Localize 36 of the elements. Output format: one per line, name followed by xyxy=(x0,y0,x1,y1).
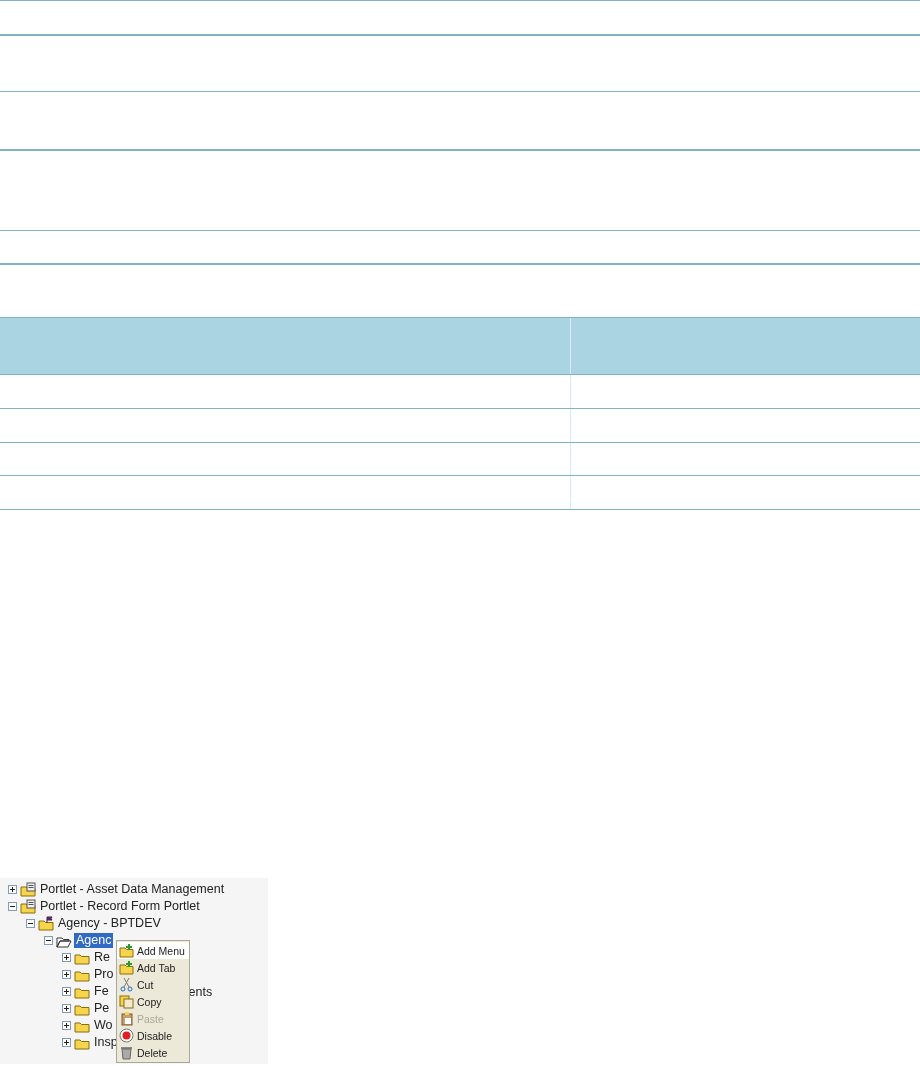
tree-item[interactable]: Pro xyxy=(92,967,116,982)
flag-folder-icon xyxy=(38,916,54,931)
menu-item[interactable]: Add Tab xyxy=(117,959,189,976)
expand-icon[interactable] xyxy=(62,953,71,962)
tree-item[interactable]: Agenc xyxy=(74,933,114,948)
expand-icon[interactable] xyxy=(62,1004,71,1013)
expand-icon[interactable] xyxy=(62,1038,71,1047)
tree-item[interactable]: Fe xyxy=(92,984,111,999)
collapse-icon[interactable] xyxy=(26,919,35,928)
expand-icon[interactable] xyxy=(62,970,71,979)
record-dot-icon xyxy=(119,1028,134,1043)
tree-item[interactable]: Wo xyxy=(92,1018,115,1033)
menu-item[interactable]: Add Menu xyxy=(117,942,189,959)
copy-icon xyxy=(119,994,134,1009)
add-folder-icon xyxy=(119,960,134,975)
document-folder-icon xyxy=(20,899,36,914)
tree-item[interactable]: Agency - BPTDEV xyxy=(56,916,163,931)
expand-icon[interactable] xyxy=(62,1021,71,1030)
tree-item[interactable]: Pe xyxy=(92,1001,112,1016)
clipboard-icon xyxy=(119,1011,134,1026)
collapse-icon[interactable] xyxy=(44,936,53,945)
menu-item[interactable]: Delete xyxy=(117,1044,189,1061)
collapse-icon[interactable] xyxy=(8,902,17,911)
document-folder-icon xyxy=(20,882,36,897)
expand-icon[interactable] xyxy=(62,987,71,996)
menu-item[interactable]: Copy xyxy=(117,993,189,1010)
expand-icon[interactable] xyxy=(8,885,17,894)
scissors-icon xyxy=(119,977,134,992)
tree-item[interactable]: Portlet - Asset Data Management xyxy=(38,882,227,897)
menu-item[interactable]: Disable xyxy=(117,1027,189,1044)
tree-item-text: ents xyxy=(188,984,213,999)
tree-item[interactable]: Portlet - Record Form Portlet xyxy=(38,899,202,914)
add-folder-icon xyxy=(119,943,134,958)
menu-item[interactable]: Cut xyxy=(117,976,189,993)
trash-icon xyxy=(119,1045,134,1060)
tree-item[interactable]: Re xyxy=(92,950,112,965)
